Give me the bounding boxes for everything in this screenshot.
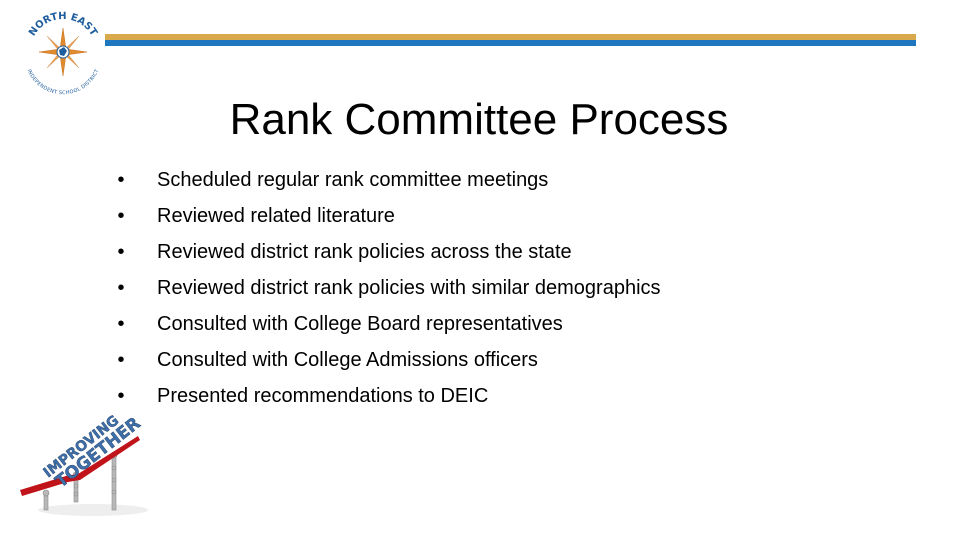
slide: NORTH EAST INDEPENDENT SCHOOL DISTRICT R… — [0, 0, 960, 540]
slide-title-text: Rank Committee Process — [229, 95, 729, 144]
bullet-text: Scheduled regular rank committee meeting… — [157, 169, 549, 191]
bullet-text: Reviewed district rank policies across t… — [157, 241, 572, 263]
bullet-item: • Consulted with College Board representa… — [114, 306, 661, 342]
figure-1 — [42, 489, 50, 511]
improving-together-clipart-icon: IMPROVING TOGETHER — [20, 412, 148, 516]
bullet-item: • Reviewed district rank policies with si… — [114, 270, 661, 306]
bullet-text: Consulted with College Admissions office… — [157, 349, 538, 371]
bullet-item: • Consulted with College Admissions offic… — [114, 342, 661, 378]
header-rule-blue — [105, 40, 916, 46]
bullet-text: Presented recommendations to DEIC — [157, 385, 489, 407]
clipart-text: IMPROVING TOGETHER — [40, 412, 144, 492]
bullet-icon: • — [117, 169, 125, 191]
bullet-item: • Reviewed related literature — [114, 198, 661, 234]
bullet-icon: • — [117, 349, 125, 371]
bullet-item: • Scheduled regular rank committee meetin… — [114, 162, 661, 198]
bullet-text: Reviewed district rank policies with sim… — [157, 277, 661, 299]
bullet-text: Consulted with College Board representat… — [157, 313, 563, 335]
bullet-icon: • — [117, 241, 125, 263]
north-east-isd-logo-icon: NORTH EAST INDEPENDENT SCHOOL DISTRICT — [25, 11, 101, 96]
slide-title: Rank Committee Process — [0, 92, 960, 148]
bullet-icon: • — [117, 277, 125, 299]
bullet-icon: • — [117, 205, 125, 227]
bullet-list: • Scheduled regular rank committee meetin… — [114, 162, 661, 414]
figure-3 — [110, 451, 118, 511]
bullet-item: • Presented recommendations to DEIC — [114, 378, 661, 414]
bullet-item: • Reviewed district rank policies across … — [114, 234, 661, 270]
bullet-text: Reviewed related literature — [157, 205, 395, 227]
bullet-icon: • — [117, 313, 125, 335]
